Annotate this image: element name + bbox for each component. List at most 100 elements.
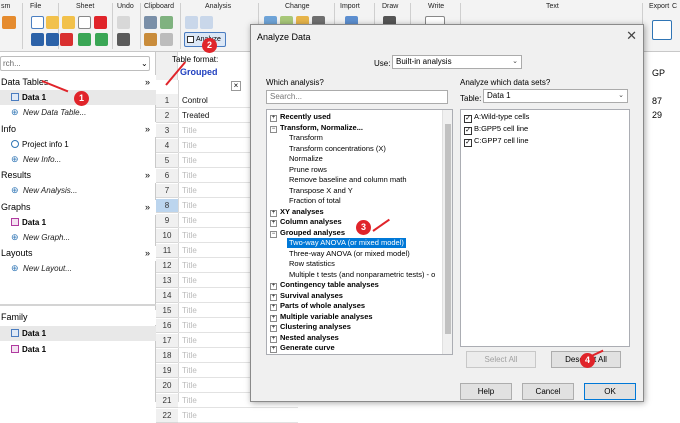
expand-icon[interactable]: + <box>270 304 277 311</box>
row-number[interactable]: 22 <box>156 409 178 423</box>
row-number[interactable]: 18 <box>156 349 178 363</box>
undo-icon[interactable] <box>117 33 130 46</box>
row-title-cell[interactable]: Title <box>178 409 298 423</box>
cell-value[interactable]: 29 <box>652 110 662 120</box>
dataset-checkbox-item[interactable]: ✓ A:Wild-type cells <box>464 111 529 123</box>
add-sheet-icon[interactable] <box>78 33 91 46</box>
table-select[interactable]: Data 1 ⌄ <box>483 89 628 103</box>
family-item-graph-data-1[interactable]: Data 1 <box>0 342 156 357</box>
tree-item[interactable]: Transform <box>289 133 323 143</box>
expand-icon[interactable]: + <box>270 314 277 322</box>
expand-icon[interactable]: + <box>270 220 277 227</box>
row-number[interactable]: 14 <box>156 289 178 303</box>
expand-icon[interactable]: + <box>270 335 277 343</box>
open-folder-icon[interactable] <box>46 16 59 29</box>
row-number[interactable]: 2 <box>156 109 178 123</box>
nav-item-new-analysis[interactable]: ⊕ New Analysis... <box>0 183 156 198</box>
tree-item[interactable]: + Survival analyses <box>270 291 343 301</box>
row-number[interactable]: 8 <box>156 199 178 213</box>
row-number[interactable]: 17 <box>156 334 178 348</box>
copy-icon[interactable] <box>160 16 173 29</box>
checkbox-checked-icon[interactable]: ✓ <box>464 115 472 123</box>
nav-item-new-info[interactable]: ⊕ New Info... <box>0 152 156 167</box>
tree-item[interactable]: + Multiple variable analyses <box>270 312 373 322</box>
row-number[interactable]: 12 <box>156 259 178 273</box>
tree-item[interactable]: − Transform, Normalize... <box>270 123 363 133</box>
tree-item[interactable]: Normalize <box>289 154 323 164</box>
navigator-search-input[interactable]: rch... <box>0 56 150 71</box>
expand-icon[interactable]: + <box>270 346 277 353</box>
row-number[interactable]: 19 <box>156 364 178 378</box>
collapse-icon[interactable]: » <box>145 75 150 90</box>
highlight-icon[interactable] <box>62 16 75 29</box>
expand-icon[interactable]: + <box>270 293 277 301</box>
section-graphs[interactable]: Graphs » <box>0 200 156 215</box>
help-button[interactable]: Help <box>460 383 512 400</box>
family-item-data-1[interactable]: Data 1 <box>0 326 156 341</box>
tree-item[interactable]: + XY analyses <box>270 207 324 217</box>
section-info[interactable]: Info » <box>0 122 156 137</box>
row-number[interactable]: 21 <box>156 394 178 408</box>
tree-item[interactable]: Transpose X and Y <box>289 186 353 196</box>
row-number[interactable]: 16 <box>156 319 178 333</box>
collapse-icon[interactable]: » <box>145 122 150 137</box>
tree-scrollbar[interactable] <box>442 110 452 354</box>
tree-item[interactable]: + Parts of whole analyses <box>270 301 365 311</box>
nav-item-new-layout[interactable]: ⊕ New Layout... <box>0 261 156 276</box>
tree-item[interactable]: + Generate curve <box>270 343 335 353</box>
export-icon[interactable] <box>652 20 672 40</box>
cancel-button[interactable]: Cancel <box>522 383 574 400</box>
collapse-icon[interactable]: » <box>145 246 150 261</box>
save-as-icon[interactable] <box>46 33 59 46</box>
redo-icon[interactable] <box>117 16 130 29</box>
collapse-icon[interactable]: − <box>270 230 277 238</box>
navigator-splitter[interactable] <box>0 304 156 306</box>
ok-button[interactable]: OK <box>584 383 636 400</box>
tree-item[interactable]: Multiple t tests (and nonparametric test… <box>289 270 435 280</box>
row-number[interactable]: 5 <box>156 154 178 168</box>
tree-item[interactable]: + Contingency table analyses <box>270 280 379 290</box>
section-results[interactable]: Results » <box>0 168 156 183</box>
dataset-checkbox-item[interactable]: ✓ B:GPP5 cell line <box>464 123 528 135</box>
chart-icon[interactable] <box>2 16 16 29</box>
tree-item[interactable]: Two-way ANOVA (or mixed model) <box>287 238 406 248</box>
nav-item-graph-data-1[interactable]: Data 1 <box>0 215 156 230</box>
tree-item[interactable]: Remove baseline and column math <box>289 175 407 185</box>
expand-icon[interactable]: + <box>270 283 277 290</box>
paste-special-icon[interactable] <box>160 33 173 46</box>
nav-item-new-graph[interactable]: ⊕ New Graph... <box>0 230 156 245</box>
tree-item[interactable]: Three-way ANOVA (or mixed model) <box>289 249 410 259</box>
row-number[interactable]: 1 <box>156 94 178 108</box>
section-data-tables[interactable]: Data Tables» <box>0 75 156 90</box>
nav-item-new-data-table[interactable]: ⊕ New Data Table... <box>0 105 156 120</box>
tree-item[interactable]: Row statistics <box>289 259 335 269</box>
close-icon[interactable]: ✕ <box>626 28 637 44</box>
tree-item[interactable]: − Grouped analyses <box>270 228 345 238</box>
tree-item[interactable]: Transform concentrations (X) <box>289 144 386 154</box>
row-number[interactable]: 13 <box>156 274 178 288</box>
row-number[interactable]: 6 <box>156 169 178 183</box>
row-number[interactable]: 9 <box>156 214 178 228</box>
expand-icon[interactable]: + <box>270 115 277 122</box>
expand-icon[interactable]: + <box>270 325 277 332</box>
collapse-icon[interactable]: » <box>145 168 150 183</box>
collapse-icon[interactable]: − <box>270 125 277 133</box>
paste-icon[interactable] <box>144 33 157 46</box>
new-sheet-icon[interactable] <box>78 16 91 29</box>
row-number[interactable]: 10 <box>156 229 178 243</box>
row-number[interactable]: 4 <box>156 139 178 153</box>
cell-value[interactable]: 87 <box>652 96 662 106</box>
save-icon[interactable] <box>31 33 44 46</box>
nav-item-project-info[interactable]: Project info 1 <box>0 137 156 152</box>
row-number[interactable]: 7 <box>156 184 178 198</box>
tree-item[interactable]: Fraction of total <box>289 196 341 206</box>
dataset-checkbox-item[interactable]: ✓ C:GPP7 cell line <box>464 135 529 147</box>
select-all-button[interactable]: Select All <box>466 351 536 368</box>
row-number[interactable]: 20 <box>156 379 178 393</box>
new-file-icon[interactable] <box>31 16 44 29</box>
expand-icon[interactable]: + <box>270 209 277 217</box>
datasets-list[interactable]: ✓ A:Wild-type cells ✓ B:GPP5 cell line ✓ C:GP… <box>460 109 630 347</box>
close-icon[interactable]: × <box>231 81 241 91</box>
cut-icon[interactable] <box>144 16 157 29</box>
section-layouts[interactable]: Layouts » <box>0 246 156 261</box>
